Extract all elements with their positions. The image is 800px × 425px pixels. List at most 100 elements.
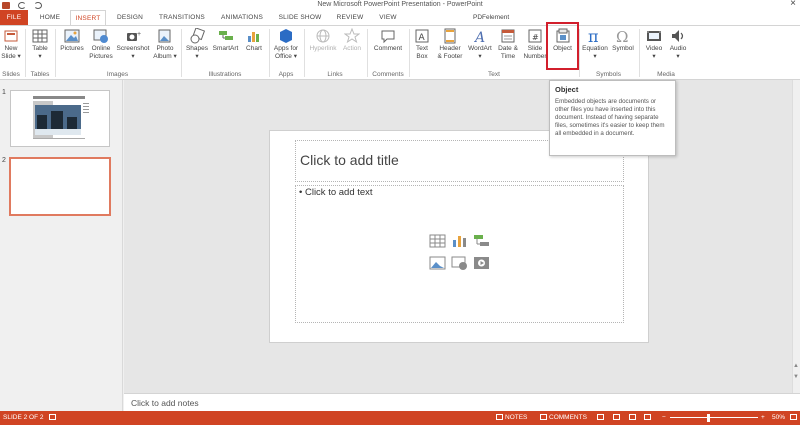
insert-chart-icon[interactable]: [451, 234, 468, 248]
comment-button[interactable]: Comment: [369, 28, 407, 53]
text-box-icon: A: [415, 29, 429, 43]
slide-number-button[interactable]: # Slide Number: [522, 28, 548, 61]
pictures-icon: [64, 29, 80, 43]
zoom-level[interactable]: 50%: [772, 411, 785, 425]
insert-table-icon[interactable]: [429, 234, 446, 248]
slide-thumbnail-2[interactable]: [9, 157, 111, 216]
tab-file[interactable]: FILE: [0, 10, 28, 25]
tooltip-body: Embedded objects are documents or other …: [555, 98, 665, 137]
tab-home[interactable]: HOME: [31, 10, 69, 25]
group-label-images: Images: [106, 71, 129, 78]
apps-for-office-button[interactable]: Apps for Office ▾: [271, 28, 301, 61]
slide-count-status: SLIDE 2 OF 2: [3, 414, 44, 421]
group-label-illustrations: Illustrations: [208, 71, 242, 78]
screenshot-button[interactable]: + Screenshot ▾: [115, 28, 151, 61]
title-bar: New Microsoft PowerPoint Presentation - …: [0, 0, 800, 10]
text-box-button[interactable]: A Text Box: [411, 28, 433, 61]
scroll-down-arrow-icon[interactable]: ▼: [793, 374, 799, 380]
chart-icon: [248, 32, 259, 42]
new-slide-label: New: [4, 45, 18, 52]
new-slide-button[interactable]: New Slide ▾: [0, 28, 22, 61]
apps-for-office-label-2: Office ▾: [275, 53, 297, 60]
comments-toggle[interactable]: COMMENTS: [540, 411, 587, 425]
equation-button[interactable]: π Equation ▾: [581, 28, 609, 61]
online-pictures-button[interactable]: Online Pictures: [88, 28, 114, 61]
video-film-icon: [647, 31, 661, 41]
svg-text:#: #: [532, 33, 539, 42]
pi-equation-icon: π: [588, 28, 599, 44]
new-slide-icon: [4, 30, 18, 42]
object-highlight-box: [546, 22, 579, 70]
notes-pane[interactable]: Click to add notes: [124, 393, 800, 411]
slide-thumbnail-1[interactable]: [10, 90, 110, 147]
pictures-label: Pictures: [60, 45, 84, 52]
screenshot-label: Screenshot: [116, 45, 150, 52]
zoom-in-icon[interactable]: +: [761, 411, 765, 425]
date-time-icon: [501, 29, 515, 43]
action-button[interactable]: Action: [340, 28, 364, 53]
insert-picture-icon[interactable]: [429, 256, 446, 270]
group-label-media: Media: [657, 71, 675, 78]
wordart-button[interactable]: A WordArt ▾: [466, 28, 494, 61]
tab-transitions[interactable]: TRANSITIONS: [153, 10, 211, 25]
reading-view-icon[interactable]: [629, 411, 638, 425]
slideshow-view-icon[interactable]: [644, 411, 653, 425]
zoom-out-icon[interactable]: −: [662, 411, 666, 425]
tab-animations[interactable]: ANIMATIONS: [214, 10, 270, 25]
tab-insert[interactable]: INSERT: [70, 10, 106, 26]
vertical-scrollbar[interactable]: ▲ ▼: [792, 80, 800, 393]
normal-view-icon[interactable]: [597, 411, 606, 425]
separator: [269, 29, 270, 77]
tab-review[interactable]: REVIEW: [330, 10, 370, 25]
tab-view[interactable]: VIEW: [372, 10, 404, 25]
table-button[interactable]: Table ▾: [28, 28, 52, 61]
audio-button[interactable]: Audio ▾: [666, 28, 690, 61]
header-footer-button[interactable]: Header & Footer: [434, 28, 466, 61]
header-footer-label-2: & Footer: [437, 53, 463, 60]
spellcheck-icon[interactable]: [49, 411, 58, 425]
smartart-button[interactable]: SmartArt: [210, 28, 241, 53]
insert-video-icon[interactable]: [473, 256, 490, 270]
hyperlink-button[interactable]: Hyperlink: [306, 28, 340, 53]
screenshot-icon: +: [127, 31, 141, 41]
text-box-label-2: Box: [416, 53, 428, 60]
equation-label: Equation: [582, 45, 608, 52]
online-pictures-label: Online: [91, 45, 111, 52]
svg-text:+: +: [137, 31, 141, 38]
date-time-button[interactable]: Date & Time: [494, 28, 522, 61]
photo-album-button[interactable]: Photo Album ▾: [152, 28, 178, 61]
insert-online-picture-icon[interactable]: [451, 256, 468, 270]
fit-to-window-icon[interactable]: [790, 411, 799, 425]
comments-toggle-label: COMMENTS: [549, 414, 587, 421]
notes-toggle-label: NOTES: [505, 414, 528, 421]
svg-text:A: A: [419, 33, 426, 43]
symbol-button[interactable]: Ω Symbol: [610, 28, 636, 53]
tab-slide-show[interactable]: SLIDE SHOW: [273, 10, 327, 25]
smartart-icon: [218, 31, 233, 40]
shapes-icon: [190, 28, 205, 44]
tooltip-title: Object: [555, 85, 579, 94]
smartart-label: SmartArt: [212, 45, 239, 52]
omega-symbol-icon: Ω: [616, 28, 628, 44]
group-label-text: Text: [488, 71, 500, 78]
shapes-button[interactable]: Shapes ▾: [184, 28, 210, 61]
video-button[interactable]: Video ▾: [642, 28, 666, 61]
new-slide-label-2: Slide ▾: [1, 53, 21, 60]
chart-button[interactable]: Chart: [242, 28, 266, 53]
video-label: Video: [645, 45, 663, 52]
notes-toggle[interactable]: NOTES: [496, 411, 527, 425]
zoom-slider-handle[interactable]: [707, 414, 710, 422]
content-placeholder-label: Click to add text: [304, 187, 373, 198]
scroll-up-arrow-icon[interactable]: ▲: [793, 363, 799, 369]
slide-number-label-2: Number: [523, 53, 547, 60]
pictures-button[interactable]: Pictures: [57, 28, 87, 53]
powerpoint-window: New Microsoft PowerPoint Presentation - …: [0, 0, 800, 425]
zoom-slider[interactable]: [670, 417, 758, 418]
tab-pdfelement[interactable]: PDFelement: [473, 10, 509, 25]
insert-smartart-icon[interactable]: [473, 234, 490, 248]
close-icon[interactable]: ×: [790, 0, 796, 9]
separator: [181, 29, 182, 77]
tab-design[interactable]: DESIGN: [110, 10, 150, 25]
wordart-label: WordArt: [468, 45, 492, 52]
slide-sorter-icon[interactable]: [613, 411, 622, 425]
